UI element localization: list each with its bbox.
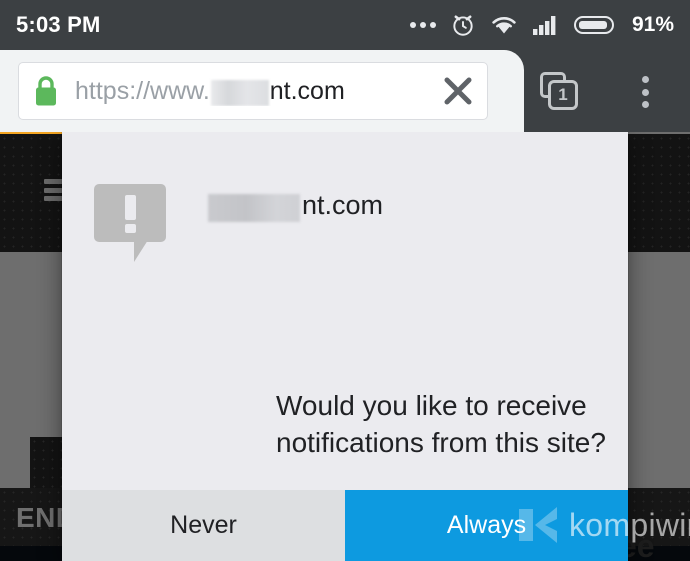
alarm-clock-icon: [450, 12, 476, 38]
url-scheme: https://www.: [75, 76, 210, 105]
phone-screen: 5:03 PM 91% https://www. nt.com 1 END ee…: [0, 0, 690, 561]
url-redacted-block: [210, 80, 269, 106]
lock-icon[interactable]: [31, 74, 61, 108]
battery-percent-label: 91%: [631, 13, 674, 36]
url-text[interactable]: https://www. nt.com: [75, 77, 433, 106]
battery-icon: [573, 14, 616, 36]
tab-count-label: 1: [548, 80, 578, 110]
notification-bubble-icon: [94, 184, 166, 262]
dialog-button-row: Never Always: [62, 490, 628, 561]
address-bar[interactable]: https://www. nt.com: [18, 62, 488, 120]
status-icon-group: 91%: [409, 12, 674, 38]
tab-switcher-button[interactable]: 1: [534, 68, 586, 116]
tab-stack-icon: 1: [540, 72, 580, 112]
always-button[interactable]: Always: [345, 490, 628, 561]
signal-bars-icon: [532, 14, 560, 36]
stop-loading-icon[interactable]: [441, 74, 475, 108]
status-clock: 5:03 PM: [16, 12, 101, 37]
wifi-icon: [490, 14, 518, 36]
dialog-title: nt.com: [208, 190, 628, 222]
notification-permission-dialog: nt.com Would you like to receive notific…: [62, 132, 628, 561]
dialog-message: Would you like to receive notifications …: [276, 390, 606, 459]
never-button[interactable]: Never: [62, 490, 345, 561]
more-notifications-dots-icon: [409, 22, 436, 28]
dialog-title-host: nt.com: [302, 190, 384, 220]
three-dot-menu-icon[interactable]: [630, 72, 660, 112]
dialog-title-redacted-block: [208, 193, 300, 222]
browser-toolbar: https://www. nt.com 1: [0, 50, 690, 132]
status-bar: 5:03 PM 91%: [0, 0, 690, 50]
dialog-header: nt.com: [62, 164, 628, 262]
url-host: nt.com: [269, 76, 345, 105]
